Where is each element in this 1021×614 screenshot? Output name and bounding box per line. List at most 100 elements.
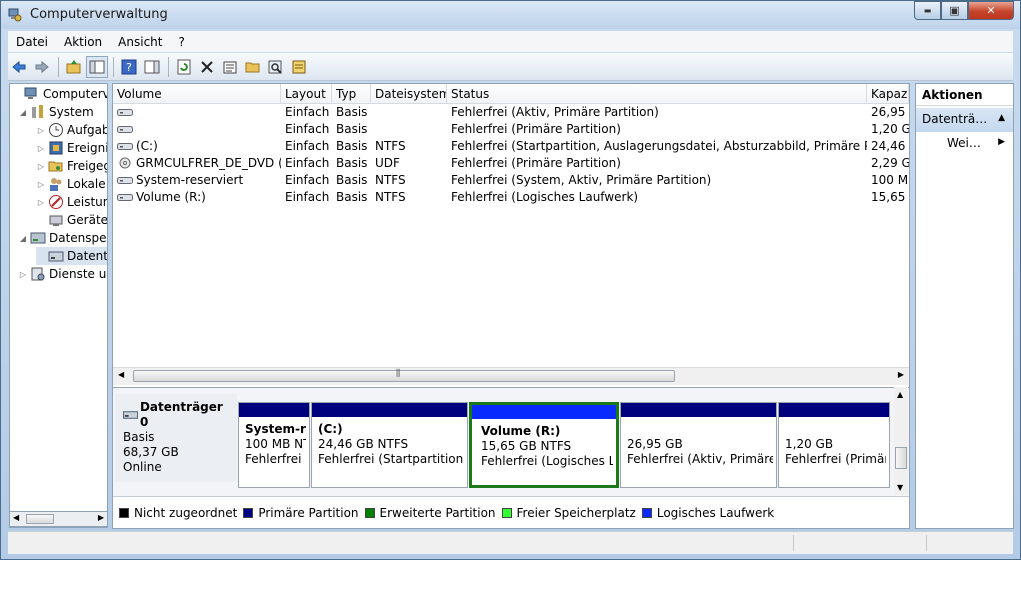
refresh-button[interactable]	[173, 56, 195, 78]
table-cell: Fehlerfrei (Primäre Partition)	[447, 156, 867, 173]
scroll-down-icon[interactable]: ▼	[897, 483, 903, 492]
disk-view-vertical-scrollbar[interactable]: ▲ ▼	[894, 387, 908, 495]
expand-arrow-icon[interactable]: ▷	[36, 162, 46, 171]
table-cell-text: Einfach	[285, 139, 330, 153]
table-cell-text: Basis	[336, 190, 368, 204]
table-cell-text: 1,20 GB	[871, 122, 909, 136]
scroll-thumb[interactable]: ⫼	[133, 369, 675, 382]
table-cell: NTFS	[371, 173, 447, 190]
table-cell-text: Basis	[336, 139, 368, 153]
tree-item-task-scheduler[interactable]: ▷ Aufgabenplanung	[36, 121, 107, 139]
partition-system-reserved[interactable]: System-reserviert100 MB NTFSFehlerfrei (…	[238, 402, 310, 488]
storage-icon	[30, 232, 46, 244]
table-cell-text: GRMCULFRER_DE_DVD (D:)	[136, 156, 281, 170]
scroll-right-icon[interactable]: ▶	[98, 513, 104, 522]
disk-icon	[117, 126, 133, 133]
search-button[interactable]	[265, 56, 287, 78]
tree-item-device-manager[interactable]: Geräte-Manager	[36, 211, 107, 229]
toolbar-separator	[58, 56, 59, 77]
table-cell: 1,20 GB	[867, 122, 909, 139]
menu-aktion[interactable]: Aktion	[56, 35, 110, 49]
tree-item-label: Dienste und Anwendungen	[49, 267, 107, 281]
collapse-arrow-icon[interactable]: ◢	[18, 234, 28, 243]
device-manager-icon	[49, 215, 63, 226]
partition-unlabeled-2[interactable]: 1,20 GBFehlerfrei (Primäre Partition)	[778, 402, 890, 488]
partition-type-bar	[779, 403, 889, 417]
partition-size: 1,20 GB	[785, 437, 834, 451]
partition-unlabeled-1[interactable]: 26,95 GBFehlerfrei (Aktiv, Primäre Parti…	[620, 402, 777, 488]
menu-ansicht[interactable]: Ansicht	[110, 35, 170, 49]
up-level-button[interactable]	[63, 56, 85, 78]
scroll-up-icon[interactable]: ▲	[897, 390, 903, 399]
scroll-thumb[interactable]	[26, 514, 54, 524]
tree-horizontal-scrollbar[interactable]: ◀ ▶	[9, 511, 108, 527]
expand-arrow-icon[interactable]: ▷	[36, 126, 46, 135]
column-header-layout[interactable]: Layout	[281, 84, 332, 104]
tree-item-computer-management[interactable]: Computerverwaltung (Lokal)	[12, 85, 108, 103]
partition-c[interactable]: (C:) 24,46 GB NTFS Fehlerfrei (Startpartit…	[311, 402, 468, 488]
tree-item-event-viewer[interactable]: ▷ Ereignisanzeige	[36, 139, 107, 157]
menu-help[interactable]: ?	[170, 35, 192, 49]
tree-item-shared-folders[interactable]: ▷ Freigegebene Ordner	[36, 157, 107, 175]
more-actions-item[interactable]: Weitere Aktionen ▶	[916, 132, 1013, 154]
menu-datei[interactable]: Datei	[8, 35, 56, 49]
tree-item-services[interactable]: ▷ Dienste und Anwendungen	[18, 265, 107, 283]
status-divider	[793, 535, 794, 551]
actions-section-disk-management[interactable]: Datenträgerverwaltung ▲	[916, 108, 1013, 132]
column-header-volume[interactable]: Volume	[113, 84, 281, 104]
table-cell	[371, 122, 447, 139]
tree-item-storage[interactable]: ◢ Datenspeicher	[18, 229, 107, 247]
show-hide-action-pane-button[interactable]	[141, 56, 163, 78]
properties-button[interactable]	[219, 56, 241, 78]
show-hide-tree-button[interactable]	[86, 55, 108, 78]
expand-arrow-icon[interactable]: ▷	[36, 198, 46, 207]
table-row[interactable]: Einfach Basis Fehlerfrei (Aktiv, Primäre P…	[113, 105, 909, 122]
minimize-button[interactable]: ▬	[914, 1, 941, 20]
expand-arrow-icon[interactable]: ▷	[36, 180, 46, 189]
disk-settings-button[interactable]	[288, 56, 310, 78]
tree-item-label: System	[49, 105, 94, 119]
collapse-up-icon[interactable]: ▲	[998, 113, 1005, 123]
console-tree-icon	[89, 60, 105, 73]
volume-list-horizontal-scrollbar[interactable]: ◀ ⫼ ▶	[113, 367, 909, 385]
scroll-left-icon[interactable]: ◀	[13, 513, 19, 522]
collapse-arrow-icon[interactable]: ◢	[18, 108, 28, 117]
tree-item-performance[interactable]: ▷ Leistung	[36, 193, 107, 211]
partition-volume-r[interactable]: Volume (R:) 15,65 GB NTFS Fehlerfrei (Logi…	[469, 402, 619, 488]
expand-arrow-icon[interactable]: ▷	[18, 270, 28, 279]
scroll-thumb[interactable]	[895, 447, 907, 469]
open-folder-button[interactable]	[242, 56, 264, 78]
close-button[interactable]: ✕	[968, 1, 1014, 20]
column-header-status[interactable]: Status	[447, 84, 867, 104]
tree-item-disk-management[interactable]: Datenträgerverwaltung	[36, 247, 107, 265]
delete-button[interactable]	[196, 56, 218, 78]
scroll-left-icon[interactable]: ◀	[118, 370, 124, 379]
table-cell-text: Fehlerfrei (System, Aktiv, Primäre Parti…	[451, 173, 712, 187]
table-row[interactable]: (C:) Einfach Basis NTFS Fehlerfrei (Startpar…	[113, 139, 909, 156]
tree-item-local-users[interactable]: ▷ Lokale Benutzer und Gruppen	[36, 175, 107, 193]
more-actions-label: Weitere Aktionen	[947, 136, 985, 150]
table-row[interactable]: Einfach Basis Fehlerfrei (Primäre Partitio…	[113, 122, 909, 139]
disk-info-panel[interactable]: Datenträger 0 Basis 68,37 GB Online	[115, 394, 237, 482]
disk-size: 68,37 GB	[123, 445, 179, 459]
menu-bar: Datei Aktion Ansicht ?	[8, 31, 1013, 52]
column-header-filesystem[interactable]: Dateisystem	[371, 84, 447, 104]
back-button[interactable]	[8, 56, 30, 78]
column-header-capacity[interactable]: Kapazität	[867, 84, 909, 104]
disk-management-icon	[48, 251, 64, 262]
help-button[interactable]: ?	[118, 56, 140, 78]
table-row[interactable]: Volume (R:) Einfach Basis NTFS Fehlerfrei (L…	[113, 190, 909, 207]
legend: Nicht zugeordnet Primäre Partition Erwei…	[113, 496, 909, 528]
forward-button[interactable]	[31, 56, 53, 78]
table-row[interactable]: System-reserviert Einfach Basis NTFS Fehlerf…	[113, 173, 909, 190]
tree-item-label: Computerverwaltung (Lokal)	[43, 87, 108, 101]
tree-item-system[interactable]: ◢ System	[18, 103, 94, 121]
scroll-right-icon[interactable]: ▶	[898, 370, 904, 379]
table-cell-text: Einfach	[285, 105, 330, 119]
maximize-button[interactable]: ▣	[941, 1, 968, 20]
disk-state: Online	[123, 460, 162, 474]
column-header-type[interactable]: Typ	[332, 84, 371, 104]
computer-management-icon	[8, 8, 22, 22]
table-row[interactable]: GRMCULFRER_DE_DVD (D:) Einfach Basis UDF Feh…	[113, 156, 909, 173]
expand-arrow-icon[interactable]: ▷	[36, 144, 46, 153]
